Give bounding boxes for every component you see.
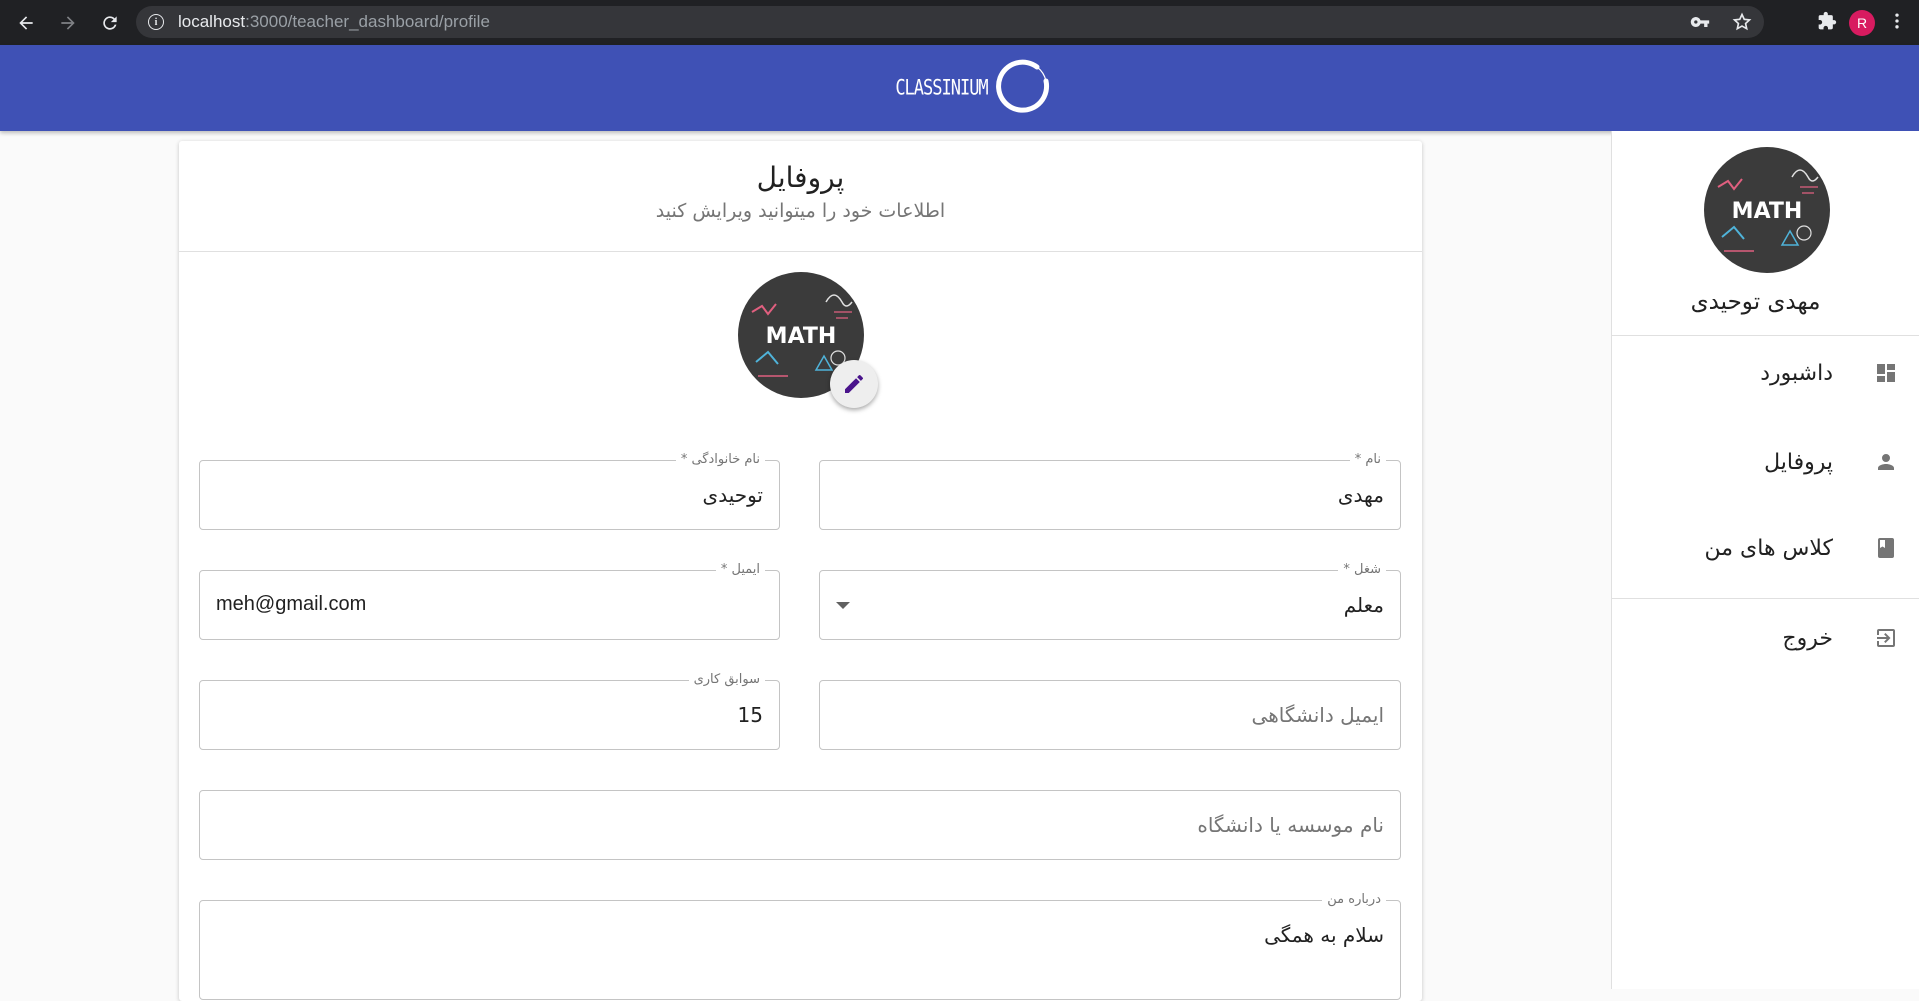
field-label: سوابق کاری xyxy=(688,672,765,687)
page-subtitle: اطلاعات خود را میتوانید ویرایش کنید xyxy=(655,200,946,222)
logo-ring-icon xyxy=(995,59,1049,113)
sidebar-avatar: MATH xyxy=(1704,147,1830,273)
field-label: ایمیل * xyxy=(715,562,765,577)
forward-arrow-icon[interactable] xyxy=(52,7,84,39)
reload-icon[interactable] xyxy=(94,7,126,39)
book-icon xyxy=(1873,535,1899,561)
back-arrow-icon[interactable] xyxy=(10,7,42,39)
university-email-field[interactable]: ایمیل دانشگاهی xyxy=(819,680,1401,750)
svg-text:MATH: MATH xyxy=(1732,199,1803,224)
field-value: توحیدی xyxy=(702,483,763,507)
divider xyxy=(1612,335,1919,336)
svg-text:MATH: MATH xyxy=(766,324,837,349)
site-info-icon[interactable]: i xyxy=(148,14,164,30)
field-label: نام * xyxy=(1349,452,1386,467)
sidebar-item-label: پروفایل xyxy=(1764,449,1833,475)
browser-profile-avatar[interactable]: R xyxy=(1849,9,1875,36)
browser-toolbar: i localhost:3000/teacher_dashboard/profi… xyxy=(0,0,1919,45)
sidebar-user-name: مهدی توحیدی xyxy=(1690,289,1821,315)
logo-text: CLASSINIUM xyxy=(895,75,988,101)
more-vert-icon[interactable] xyxy=(1887,11,1907,35)
card-header: پروفایل اطلاعات خود را میتوانید ویرایش ک… xyxy=(179,141,1422,252)
job-select[interactable]: شغل * معلم xyxy=(819,562,1401,640)
field-placeholder: ایمیل دانشگاهی xyxy=(1251,703,1384,727)
field-label: نام خانوادگی * xyxy=(675,452,765,467)
field-value: 15 xyxy=(737,703,763,727)
sidebar-item-profile[interactable]: پروفایل xyxy=(1612,432,1919,492)
edit-photo-button[interactable] xyxy=(830,360,878,408)
institution-field[interactable]: نام موسسه یا دانشگاه xyxy=(199,790,1401,860)
app-logo[interactable]: CLASSINIUM xyxy=(895,59,1053,117)
divider xyxy=(1612,598,1919,599)
first-name-field[interactable]: نام * مهدی xyxy=(819,452,1401,530)
sidebar: MATH مهدی توحیدی داشبورد پروفایل کلاس ها… xyxy=(1611,131,1919,989)
field-value: سلام به همگی xyxy=(1264,923,1384,947)
sidebar-item-label: داشبورد xyxy=(1760,360,1833,386)
field-value: مهدی xyxy=(1337,483,1384,507)
sidebar-item-label: خروج xyxy=(1782,625,1833,651)
sidebar-item-dashboard[interactable]: داشبورد xyxy=(1612,343,1919,403)
sidebar-item-my-classes[interactable]: کلاس های من xyxy=(1612,518,1919,578)
page-title: پروفایل xyxy=(756,161,845,194)
field-label: درباره من xyxy=(1322,892,1386,907)
about-me-textarea[interactable]: درباره من سلام به همگی xyxy=(199,892,1401,1000)
logout-icon xyxy=(1873,625,1899,651)
app-header: CLASSINIUM xyxy=(0,45,1919,131)
sidebar-item-label: کلاس های من xyxy=(1704,535,1834,561)
profile-card: پروفایل اطلاعات خود را میتوانید ویرایش ک… xyxy=(179,141,1422,1001)
sidebar-item-logout[interactable]: خروج xyxy=(1612,608,1919,668)
person-icon xyxy=(1873,449,1899,475)
url-text: localhost:3000/teacher_dashboard/profile xyxy=(178,12,490,31)
email-field[interactable]: ایمیل * meh@gmail.com xyxy=(199,562,780,640)
key-icon[interactable] xyxy=(1690,12,1710,36)
field-value: معلم xyxy=(1343,593,1384,617)
field-value: meh@gmail.com xyxy=(216,593,367,615)
star-icon[interactable] xyxy=(1732,12,1752,36)
experience-field[interactable]: سوابق کاری 15 xyxy=(199,672,780,750)
field-label: شغل * xyxy=(1338,562,1386,577)
last-name-field[interactable]: نام خانوادگی * توحیدی xyxy=(199,452,780,530)
address-bar[interactable]: i localhost:3000/teacher_dashboard/profi… xyxy=(136,6,1764,38)
field-placeholder: نام موسسه یا دانشگاه xyxy=(1197,813,1384,837)
chevron-down-icon xyxy=(836,602,850,609)
dashboard-icon xyxy=(1873,360,1899,386)
pencil-icon xyxy=(845,374,863,393)
extensions-icon[interactable] xyxy=(1817,11,1837,35)
